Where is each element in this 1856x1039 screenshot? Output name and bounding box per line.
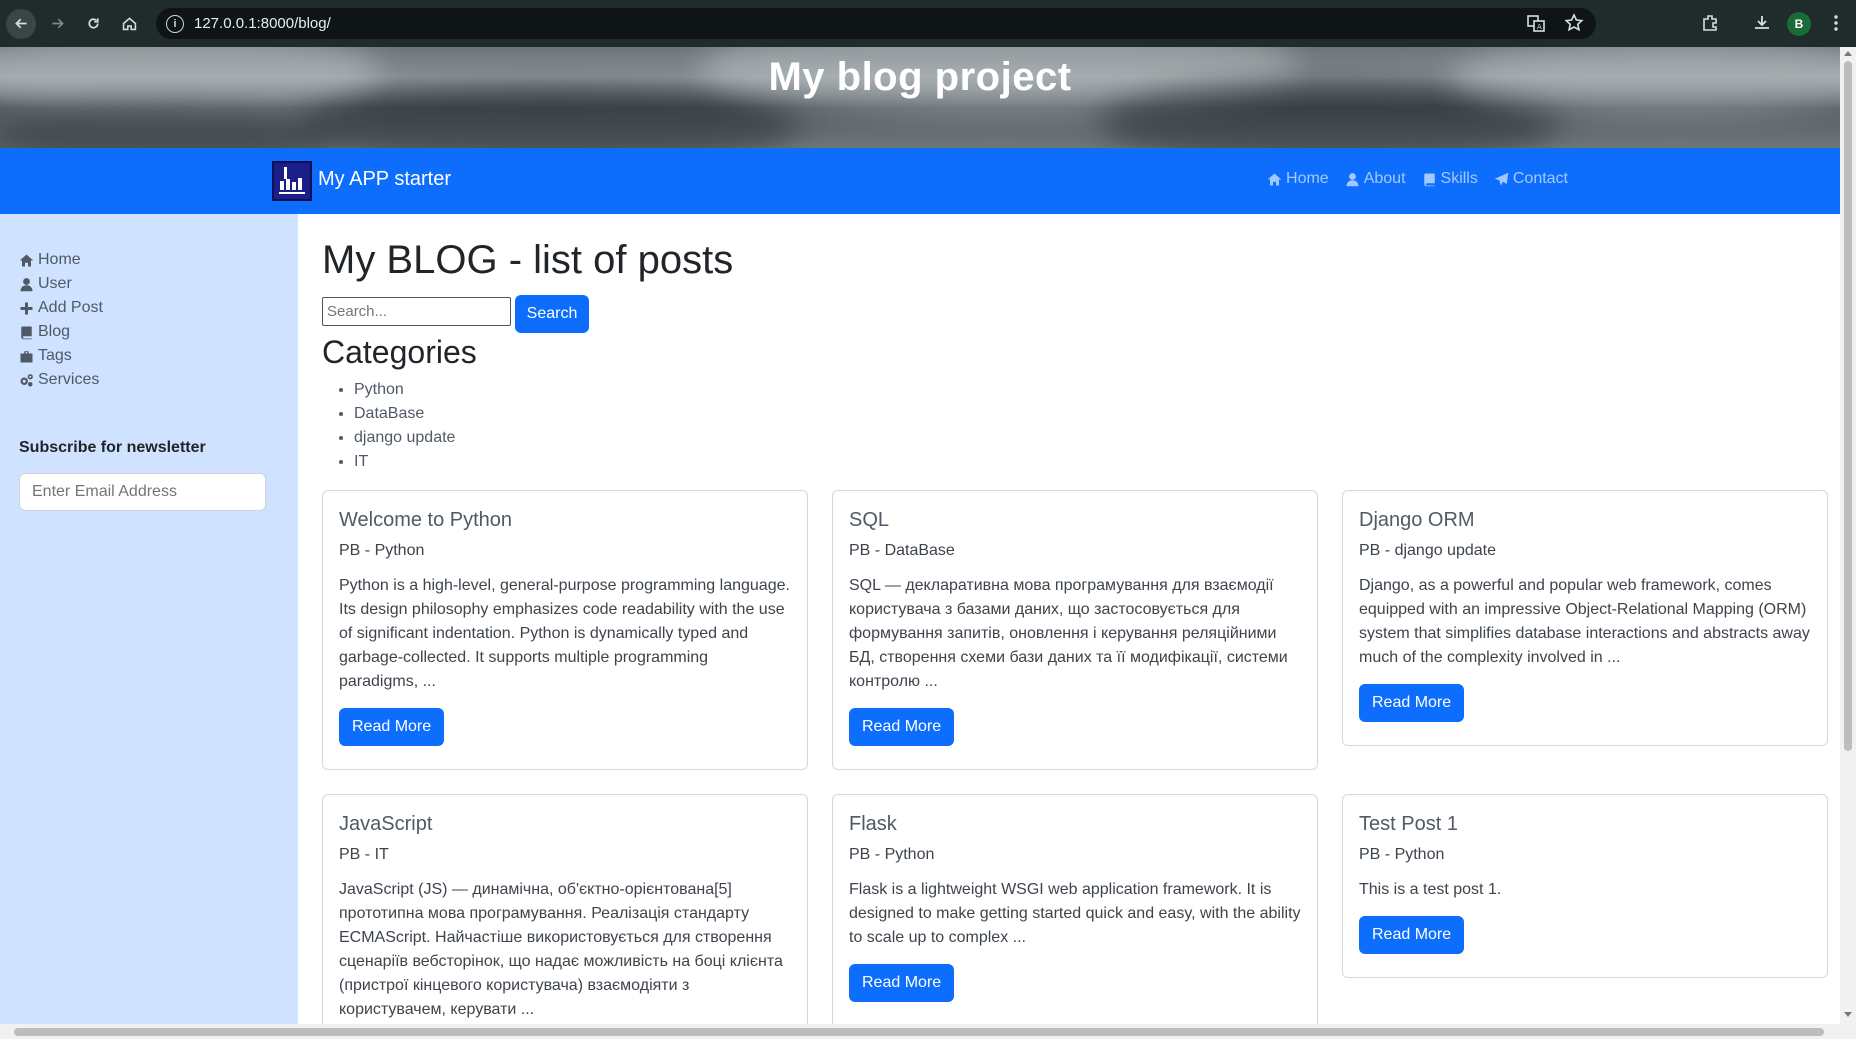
post-card: SQL PB - DataBase SQL — декларативна мов… bbox=[832, 490, 1318, 770]
forward-button[interactable] bbox=[42, 9, 72, 39]
post-meta: PB - DataBase bbox=[849, 542, 955, 559]
category-item: DataBase bbox=[354, 402, 455, 426]
horizontal-scrollbar[interactable] bbox=[0, 1024, 1856, 1039]
sidebar-menu: Home User Add Post Blog Tags Services bbox=[19, 248, 103, 392]
post-excerpt: JavaScript (JS) — динамічна, об'єктно-ор… bbox=[339, 881, 783, 1018]
post-excerpt: This is a test post 1. bbox=[1359, 881, 1502, 898]
post-excerpt: SQL — декларативна мова програмування дл… bbox=[849, 577, 1288, 690]
browser-toolbar: i 127.0.0.1:8000/blog/ A B bbox=[0, 0, 1856, 47]
vertical-scrollbar[interactable] bbox=[1840, 47, 1856, 1024]
sidebar-item-services[interactable]: Services bbox=[19, 368, 103, 392]
site-info-icon[interactable]: i bbox=[166, 14, 184, 33]
reload-button[interactable] bbox=[78, 9, 108, 39]
read-more-button[interactable]: Read More bbox=[1359, 684, 1465, 722]
category-item: django update bbox=[354, 426, 455, 450]
vertical-scroll-thumb[interactable] bbox=[1844, 61, 1852, 751]
search-button[interactable]: Search bbox=[515, 295, 589, 333]
post-excerpt: Flask is a lightweight WSGI web applicat… bbox=[849, 881, 1301, 946]
post-meta: PB - Python bbox=[1359, 846, 1445, 863]
category-item: IT bbox=[354, 450, 455, 474]
translate-icon[interactable]: A bbox=[1526, 13, 1546, 33]
post-card: Flask PB - Python Flask is a lightweight… bbox=[832, 794, 1318, 1034]
category-link-database[interactable]: DataBase bbox=[354, 405, 424, 422]
sidebar-item-blog[interactable]: Blog bbox=[19, 320, 103, 344]
hero-title: My blog project bbox=[768, 55, 1072, 99]
arrow-right-icon bbox=[51, 18, 64, 29]
nav-contact[interactable]: Contact bbox=[1494, 170, 1568, 188]
post-card: Test Post 1 PB - Python This is a test p… bbox=[1342, 794, 1828, 978]
sidebar-item-tags[interactable]: Tags bbox=[19, 344, 103, 368]
post-card: Django ORM PB - django update Django, as… bbox=[1342, 490, 1828, 746]
download-icon[interactable] bbox=[1752, 13, 1772, 33]
paper-plane-icon bbox=[1494, 172, 1509, 185]
home-button[interactable] bbox=[114, 9, 144, 39]
sidebar-item-home[interactable]: Home bbox=[19, 248, 103, 272]
nav-home[interactable]: Home bbox=[1267, 170, 1329, 188]
category-link-it[interactable]: IT bbox=[354, 453, 368, 470]
horizontal-scroll-thumb[interactable] bbox=[14, 1028, 1824, 1036]
gears-icon bbox=[20, 373, 33, 386]
svg-text:A: A bbox=[1537, 23, 1542, 31]
newsletter-title: Subscribe for newsletter bbox=[19, 439, 206, 456]
plus-icon bbox=[20, 302, 33, 314]
scroll-down-arrow[interactable] bbox=[1844, 1012, 1852, 1017]
category-item: Python bbox=[354, 378, 455, 402]
address-bar[interactable]: i 127.0.0.1:8000/blog/ A bbox=[156, 8, 1596, 39]
post-card: JavaScript PB - IT JavaScript (JS) — дин… bbox=[322, 794, 808, 1034]
post-card: Welcome to Python PB - Python Python is … bbox=[322, 490, 808, 770]
post-excerpt: Python is a high-level, general-purpose … bbox=[339, 577, 790, 690]
categories-title: Categories bbox=[322, 334, 477, 370]
brand-name[interactable]: My APP starter bbox=[318, 168, 451, 191]
post-meta: PB - IT bbox=[339, 846, 389, 863]
home-icon bbox=[122, 17, 136, 31]
category-link-django-update[interactable]: django update bbox=[354, 429, 455, 446]
post-title[interactable]: Flask bbox=[849, 813, 1301, 836]
user-icon bbox=[1346, 172, 1359, 186]
newsletter-email-input[interactable] bbox=[19, 473, 266, 511]
post-title[interactable]: SQL bbox=[849, 509, 1301, 532]
home-icon bbox=[19, 254, 34, 266]
back-button[interactable] bbox=[6, 8, 36, 39]
page-title: My BLOG - list of posts bbox=[322, 238, 734, 282]
more-menu-icon[interactable] bbox=[1826, 13, 1846, 33]
post-meta: PB - Python bbox=[849, 846, 935, 863]
read-more-button[interactable]: Read More bbox=[849, 964, 955, 1002]
post-title[interactable]: JavaScript bbox=[339, 813, 791, 836]
star-icon[interactable] bbox=[1564, 13, 1584, 33]
post-title[interactable]: Django ORM bbox=[1359, 509, 1811, 532]
nav-about[interactable]: About bbox=[1345, 170, 1406, 188]
extensions-icon[interactable] bbox=[1700, 13, 1720, 33]
hero-banner: My blog project bbox=[0, 47, 1840, 148]
post-meta: PB - Python bbox=[339, 542, 425, 559]
profile-avatar[interactable]: B bbox=[1787, 12, 1811, 36]
briefcase-icon bbox=[20, 350, 33, 362]
book-icon bbox=[21, 326, 32, 339]
nav-skills[interactable]: Skills bbox=[1422, 170, 1478, 188]
book-icon bbox=[1423, 173, 1435, 186]
scroll-up-arrow[interactable] bbox=[1844, 51, 1852, 56]
sidebar-item-add-post[interactable]: Add Post bbox=[19, 296, 103, 320]
user-icon bbox=[20, 277, 33, 291]
brand-logo[interactable] bbox=[272, 161, 312, 201]
post-meta: PB - django update bbox=[1359, 542, 1496, 559]
top-navbar: My APP starter Home About Skills Contact bbox=[0, 148, 1840, 214]
post-title[interactable]: Test Post 1 bbox=[1359, 813, 1811, 836]
read-more-button[interactable]: Read More bbox=[1359, 916, 1465, 954]
read-more-button[interactable]: Read More bbox=[849, 708, 955, 746]
url-text[interactable]: 127.0.0.1:8000/blog/ bbox=[194, 15, 331, 32]
categories-list: Python DataBase django update IT bbox=[354, 378, 455, 474]
post-excerpt: Django, as a powerful and popular web fr… bbox=[1359, 577, 1810, 666]
search-input[interactable] bbox=[322, 297, 511, 326]
arrow-left-icon bbox=[14, 18, 27, 29]
reload-icon bbox=[87, 18, 99, 29]
sidebar: Home User Add Post Blog Tags Services Su… bbox=[0, 214, 298, 1024]
sidebar-item-user[interactable]: User bbox=[19, 272, 103, 296]
post-title[interactable]: Welcome to Python bbox=[339, 509, 791, 532]
category-link-python[interactable]: Python bbox=[354, 381, 404, 398]
read-more-button[interactable]: Read More bbox=[339, 708, 445, 746]
home-icon bbox=[1267, 173, 1282, 185]
